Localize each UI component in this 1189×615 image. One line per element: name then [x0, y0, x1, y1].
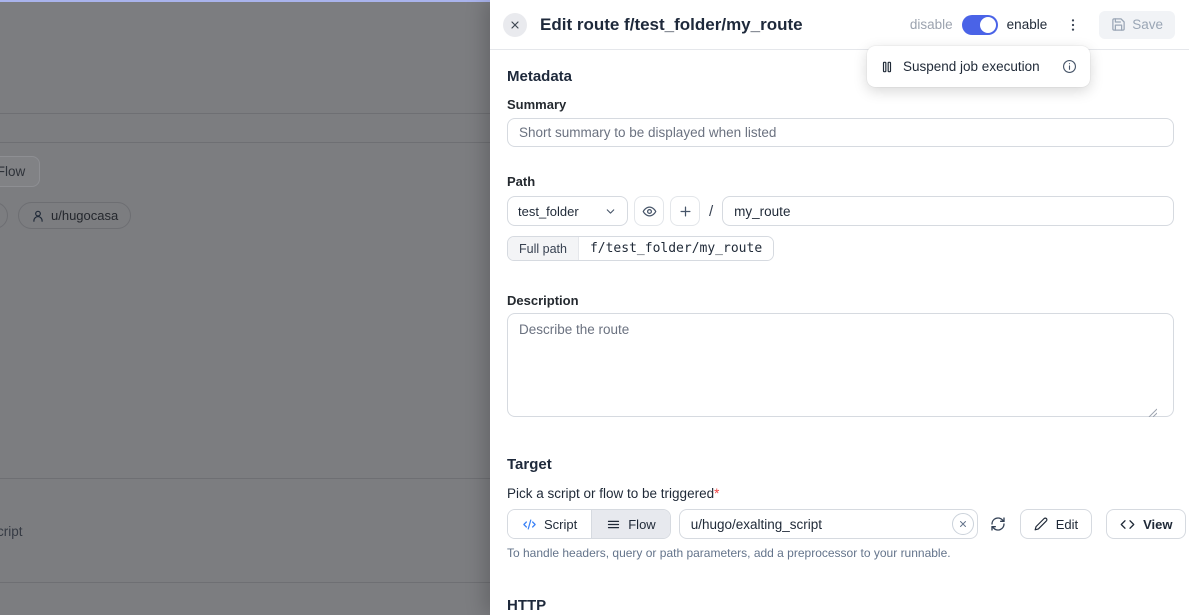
close-button[interactable] [503, 13, 527, 37]
more-options-button[interactable] [1061, 15, 1085, 35]
suspend-job-menu-item[interactable]: Suspend job execution [903, 59, 1053, 74]
description-wrap [507, 308, 1174, 422]
backdrop-top-accent [0, 0, 490, 2]
add-folder-button[interactable] [670, 196, 700, 226]
x-icon [958, 519, 968, 529]
backdrop-divider [0, 142, 490, 143]
tab-script-label: Script [544, 517, 577, 532]
backdrop-flow-label: /Flow [0, 164, 25, 179]
target-row: Script Flow [507, 509, 1174, 539]
runnable-kind-toggle: Script Flow [507, 509, 671, 539]
flow-lines-icon [606, 517, 621, 532]
folder-select[interactable]: test_folder [507, 196, 628, 226]
picker-label: Pick a script or flow to be triggered* [507, 486, 1174, 501]
edit-runnable-button[interactable]: Edit [1020, 509, 1092, 539]
full-path-group: Full path f/test_folder/my_route [507, 236, 774, 261]
runnable-picker [679, 509, 978, 539]
tab-script[interactable]: Script [508, 510, 591, 538]
backdrop-user-label: u/hugocasa [51, 208, 118, 223]
http-heading: HTTP [507, 597, 1174, 614]
backdrop-divider [0, 478, 490, 479]
kebab-icon [1065, 17, 1081, 33]
pencil-icon [1034, 517, 1048, 531]
drawer-title: Edit route f/test_folder/my_route [540, 15, 803, 35]
summary-label: Summary [507, 97, 1174, 112]
full-path-value: f/test_folder/my_route [579, 237, 773, 260]
refresh-icon [990, 516, 1006, 532]
backdrop-overlay[interactable]: /Flow u/hugocasa cript [0, 0, 490, 615]
options-menu: Suspend job execution [867, 46, 1090, 87]
code-icon [522, 517, 537, 532]
info-icon[interactable] [1062, 59, 1077, 74]
full-path-label: Full path [508, 237, 579, 260]
edit-route-drawer: Edit route f/test_folder/my_route disabl… [490, 0, 1189, 615]
save-button[interactable]: Save [1099, 11, 1175, 39]
toggle-knob [980, 17, 996, 33]
save-label: Save [1132, 17, 1163, 32]
header-controls: disable enable Save [910, 11, 1175, 39]
drawer-content: Metadata Summary Path test_folder / [490, 50, 1189, 615]
picker-label-text: Pick a script or flow to be triggered [507, 486, 714, 501]
route-name-input[interactable] [722, 196, 1174, 226]
user-icon [31, 209, 45, 223]
backdrop-flow-toggle[interactable]: /Flow [0, 156, 40, 187]
description-textarea[interactable] [507, 313, 1174, 417]
path-separator: / [706, 203, 716, 220]
enable-label: enable [1007, 17, 1048, 32]
drawer-header: Edit route f/test_folder/my_route disabl… [490, 0, 1189, 50]
target-heading: Target [507, 456, 1174, 473]
code-brackets-icon [1120, 517, 1135, 532]
backdrop-partial-badge[interactable] [0, 202, 8, 229]
folder-select-value: test_folder [518, 204, 604, 219]
preprocessor-helper-text: To handle headers, query or path paramet… [507, 546, 1174, 560]
view-runnable-button[interactable]: View [1106, 509, 1186, 539]
tab-flow[interactable]: Flow [591, 510, 669, 538]
view-label: View [1143, 517, 1172, 532]
backdrop-user-badge[interactable]: u/hugocasa [18, 202, 131, 229]
backdrop-script-text: cript [0, 524, 23, 539]
edit-label: Edit [1056, 517, 1078, 532]
required-asterisk: * [714, 486, 719, 501]
save-icon [1111, 17, 1126, 32]
pause-icon [880, 60, 894, 74]
disable-label: disable [910, 17, 953, 32]
close-icon [509, 19, 521, 31]
description-label: Description [507, 293, 1174, 308]
runnable-path-input[interactable] [679, 509, 978, 539]
eye-icon [642, 204, 657, 219]
path-row: test_folder / [507, 196, 1174, 226]
clear-runnable-button[interactable] [952, 513, 974, 535]
plus-icon [678, 204, 693, 219]
enable-toggle[interactable] [962, 15, 998, 35]
view-folder-button[interactable] [634, 196, 664, 226]
backdrop-divider [0, 582, 490, 583]
chevron-down-icon [604, 205, 617, 218]
path-label: Path [507, 174, 1174, 189]
summary-input[interactable] [507, 118, 1174, 147]
tab-flow-label: Flow [628, 517, 655, 532]
refresh-runnables-button[interactable] [990, 511, 1006, 537]
backdrop-divider [0, 113, 490, 114]
